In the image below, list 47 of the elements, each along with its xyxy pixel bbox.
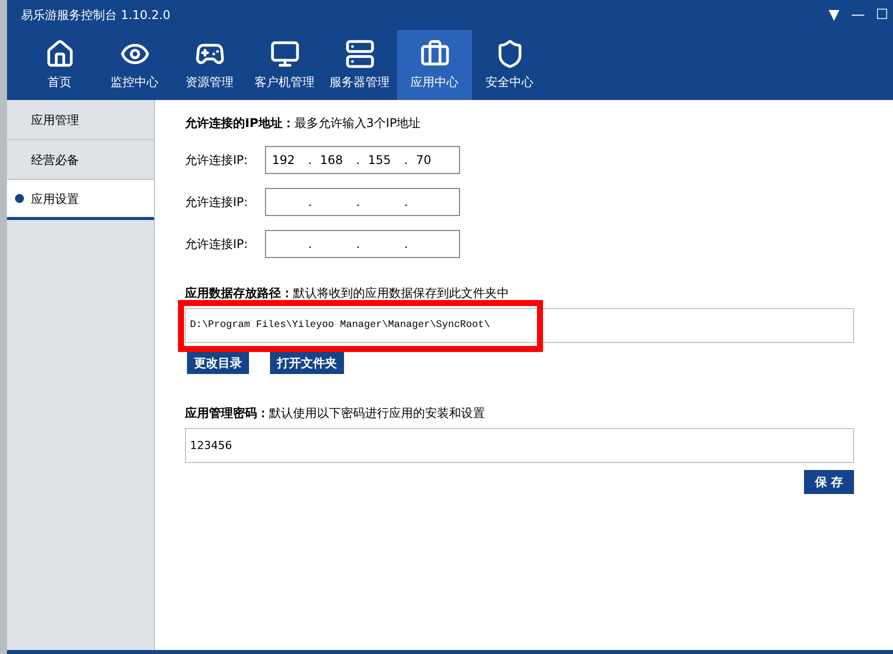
ip-dot: .	[403, 236, 409, 253]
save-button[interactable]: 保 存	[804, 470, 854, 494]
password-field[interactable]: 123456	[185, 428, 854, 463]
ip-field[interactable]: . . .	[265, 230, 460, 258]
ip-octet: 155	[368, 153, 391, 167]
ip-octet: 168	[320, 153, 343, 167]
section-hint: 默认将收到的应用数据保存到此文件夹中	[293, 285, 509, 302]
nav-tab[interactable]: 服务器管理	[322, 30, 397, 100]
field-label: 允许连接IP:	[185, 152, 249, 169]
nav-tab[interactable]: 监控中心	[97, 30, 172, 100]
section-title: 应用数据存放路径：	[185, 285, 293, 302]
window-control-button[interactable]: ☐	[873, 8, 891, 22]
ip-dot: .	[355, 194, 361, 211]
ip-dot: .	[355, 236, 361, 253]
sidebar-item[interactable]: 应用管理	[7, 100, 154, 140]
section-hint: 最多允许输入3个IP地址	[294, 115, 421, 132]
ip-field[interactable]: . . .	[265, 188, 460, 216]
section-title: 允许连接的IP地址：	[185, 115, 294, 132]
action-button[interactable]: 打开文件夹	[270, 351, 344, 374]
ip-dot: .	[307, 194, 313, 211]
window-control-button[interactable]: —	[849, 8, 867, 22]
ip-octet: 70	[416, 153, 432, 167]
bullet-icon	[15, 194, 24, 203]
nav-tab[interactable]: 应用中心	[397, 30, 472, 100]
ip-octet: 192	[272, 153, 295, 167]
window-title: 易乐游服务控制台 1.10.2.0	[21, 7, 172, 24]
section-title: 应用管理密码：	[185, 405, 269, 422]
field-label: 允许连接IP:	[185, 194, 249, 211]
ip-dot: .	[403, 152, 409, 169]
nav-tab[interactable]: 安全中心	[472, 30, 547, 100]
monitor-icon	[270, 39, 300, 69]
window-control-button[interactable]: ▼	[825, 8, 843, 22]
home-icon	[44, 39, 74, 69]
nav-tab[interactable]: 客户机管理	[247, 30, 322, 100]
ip-field[interactable]: 192 . 168 . 155 . 70	[265, 146, 460, 174]
section-hint: 默认使用以下密码进行应用的安装和设置	[269, 405, 485, 422]
sidebar-item[interactable]: 应用设置	[7, 180, 154, 220]
ip-dot: .	[307, 152, 313, 169]
nav-tab[interactable]: 首页	[22, 30, 97, 100]
nav-tab[interactable]: 资源管理	[172, 30, 247, 100]
ip-dot: .	[403, 194, 409, 211]
field-label: 允许连接IP:	[185, 236, 249, 253]
server-icon	[344, 39, 374, 69]
path-field[interactable]: D:\Program Files\Yileyoo Manager\Manager\SyncRoot\	[185, 308, 854, 343]
ip-dot: .	[355, 152, 361, 169]
action-button[interactable]: 更改目录	[187, 351, 249, 374]
ip-dot: .	[307, 236, 313, 253]
